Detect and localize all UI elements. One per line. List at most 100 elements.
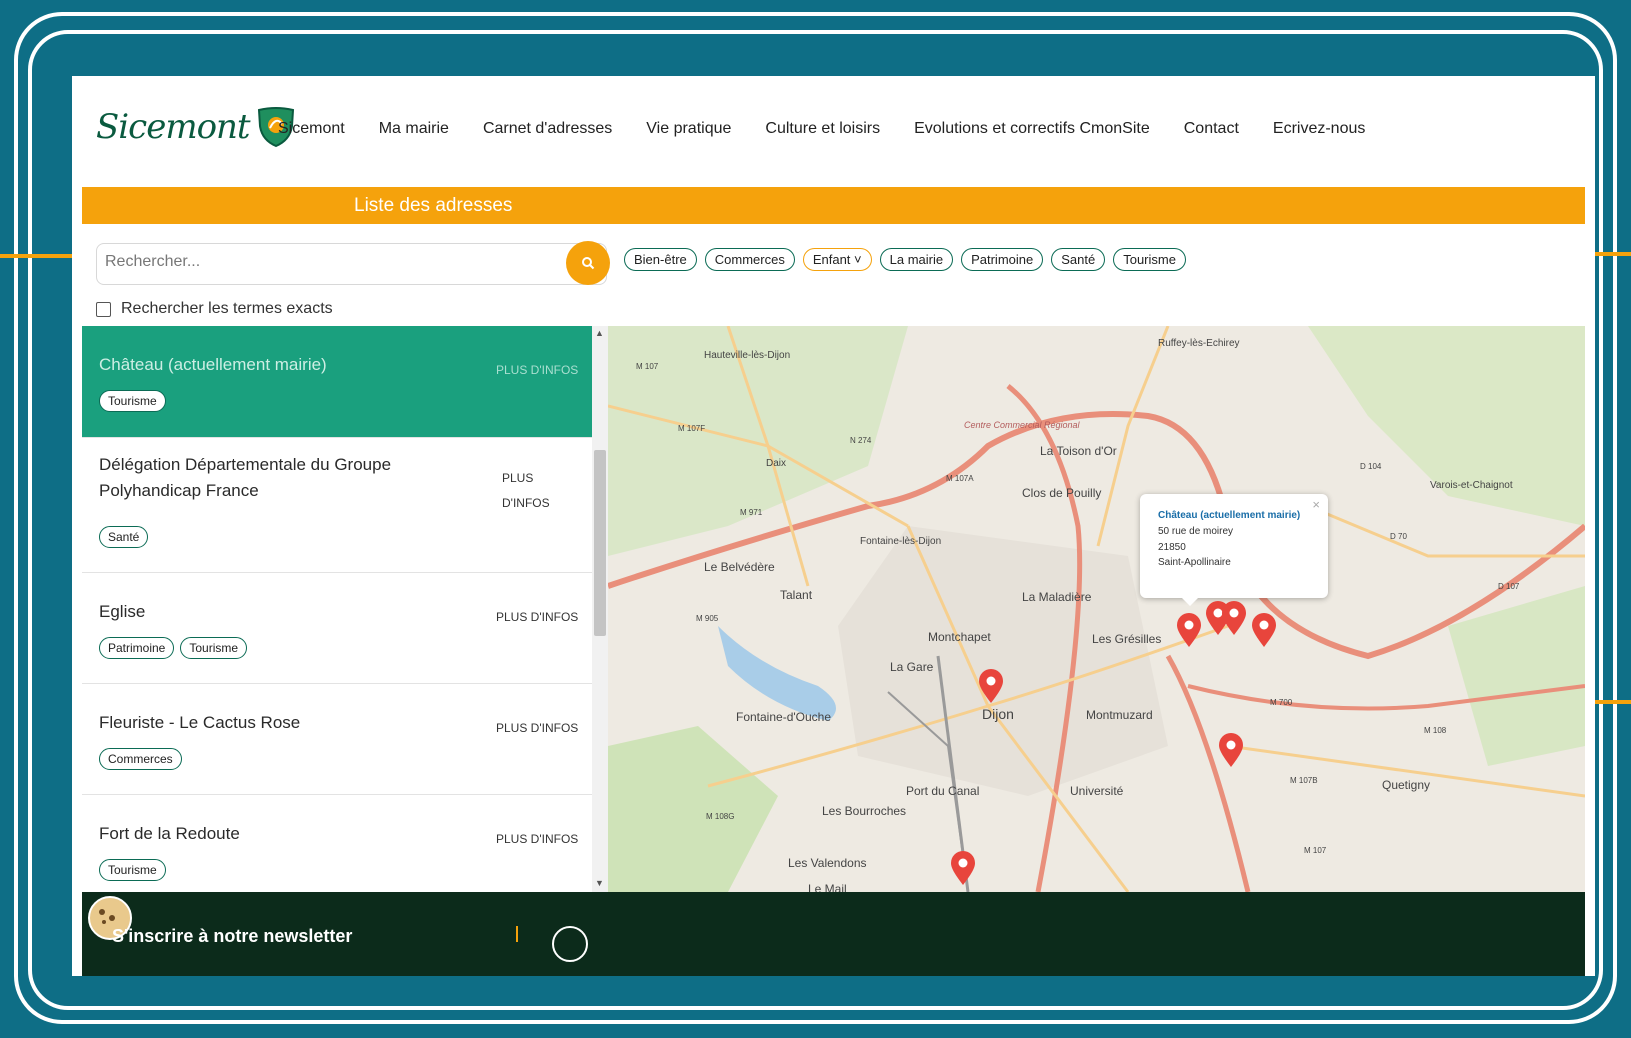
road-label: M 107 [636,362,659,371]
map-label: Varois-et-Chaignot [1430,480,1513,491]
map-view[interactable]: Hauteville-lès-Dijon Ruffey-lès-Echirey … [608,326,1585,892]
more-info-link[interactable]: PLUS D'INFOS [496,610,578,624]
search-box [96,243,607,285]
item-tags: Patrimoine Tourisme [99,637,248,659]
nav-item-culture-loisirs[interactable]: Culture et loisirs [765,120,880,138]
nav-item-contact[interactable]: Contact [1184,120,1239,138]
list-item[interactable]: Fleuriste - Le Cactus Rose PLUS D'INFOS … [82,684,594,795]
tag[interactable]: Tourisme [99,859,166,881]
filter-patrimoine[interactable]: Patrimoine [961,248,1044,271]
road-label: M 905 [696,614,719,623]
item-tags: Commerces [99,748,182,770]
more-info-link[interactable]: PLUS D'INFOS [496,721,578,735]
browser-window: Sicemont Sicemont Ma mairie Carnet d'adr… [72,76,1595,976]
map-label: Clos de Pouilly [1022,486,1102,500]
map-label: Les Grésilles [1092,632,1162,646]
item-tags: Tourisme [99,390,166,412]
list-item[interactable]: Délégation Départementale du Groupe Poly… [82,438,594,573]
address-list: Château (actuellement mairie) PLUS D'INF… [82,326,594,892]
site-logo[interactable]: Sicemont [96,106,296,148]
list-item[interactable]: Eglise PLUS D'INFOS Patrimoine Tourisme [82,573,594,684]
filter-enfant-dropdown[interactable]: Enfant ˅ [802,248,872,271]
more-info-link[interactable]: PLUS D'INFOS [496,832,578,846]
tag[interactable]: Patrimoine [99,637,175,659]
logo-text: Sicemont [96,107,251,147]
map-marker-icon[interactable] [977,668,1005,704]
road-label: D 70 [1390,532,1407,541]
map-label: La Gare [890,660,934,674]
exact-terms-option[interactable]: Rechercher les termes exacts [96,300,333,318]
category-filters: Bien-être Commerces Enfant ˅ La mairie P… [624,248,1186,271]
road-label: M 700 [1270,698,1293,707]
item-title[interactable]: Délégation Départementale du Groupe Poly… [99,452,479,504]
map-label: Talant [780,588,813,602]
road-label: M 971 [740,508,763,517]
nav-item-ecrivez-nous[interactable]: Ecrivez-nous [1273,120,1365,138]
road-label: M 108G [706,812,735,821]
filter-tourisme[interactable]: Tourisme [1113,248,1186,271]
filter-sante[interactable]: Santé [1051,248,1106,271]
tag[interactable]: Tourisme [180,637,248,659]
scroll-down-icon[interactable]: ▼ [595,878,604,888]
scroll-up-icon[interactable]: ▲ [595,328,604,338]
list-item[interactable]: Château (actuellement mairie) PLUS D'INF… [82,326,594,438]
nav-item-evolutions[interactable]: Evolutions et correctifs CmonSite [914,120,1150,138]
road-label: D 104 [1360,462,1382,471]
map-label: La Maladière [1022,590,1092,604]
popup-postcode: 21850 [1158,542,1186,553]
nav-item-sicemont[interactable]: Sicemont [278,120,345,138]
filter-bien-etre[interactable]: Bien-être [624,248,697,271]
map-label: Quetigny [1382,778,1431,792]
footer-divider [516,926,518,942]
road-label: M 107A [946,474,974,483]
item-title[interactable]: Château (actuellement mairie) [99,352,479,378]
item-title[interactable]: Eglise [99,599,479,625]
map-marker-icon[interactable] [1250,612,1278,648]
exact-terms-checkbox[interactable] [96,301,111,317]
map-label: Port du Canal [906,784,980,798]
list-item[interactable]: Fort de la Redoute PLUS D'INFOS Tourisme [82,795,594,892]
map-label: Les Bourroches [822,804,907,818]
popup-title[interactable]: Château (actuellement mairie) [1158,510,1300,521]
scroll-thumb[interactable] [594,450,606,636]
map-marker-icon[interactable] [1175,612,1203,648]
search-button[interactable] [566,241,610,285]
filter-la-mairie[interactable]: La mairie [879,248,954,271]
map-marker-icon[interactable] [1217,732,1245,768]
road-label: M 108 [1424,726,1447,735]
road-label: M 107B [1290,776,1318,785]
map-marker-icon[interactable] [949,850,977,886]
tag[interactable]: Tourisme [99,390,166,412]
map-label: Hauteville-lès-Dijon [704,350,791,361]
nav-item-carnet-adresses[interactable]: Carnet d'adresses [483,120,612,138]
map-popup: × Château (actuellement mairie) 50 rue d… [1140,494,1328,606]
page-title: Liste des adresses [354,195,513,216]
tag[interactable]: Santé [99,526,149,548]
tag[interactable]: Commerces [99,748,182,770]
map-label: Fontaine-lès-Dijon [860,536,942,547]
item-title[interactable]: Fleuriste - Le Cactus Rose [99,710,479,736]
site-header: Sicemont Sicemont Ma mairie Carnet d'adr… [72,76,1595,186]
map-label: La Toison d'Or [1040,444,1117,458]
map-background [608,326,1585,892]
main-nav: Sicemont Ma mairie Carnet d'adresses Vie… [278,120,1399,138]
site-footer: S'inscrire à notre newsletter [82,892,1585,976]
map-label: Le Mail [808,882,847,892]
search-input[interactable] [103,252,547,272]
more-info-link[interactable]: PLUS D'INFOS [502,466,562,516]
list-scrollbar[interactable]: ▲ ▼ [592,326,608,892]
map-marker-icon[interactable] [1220,600,1248,636]
map-label: Le Belvédère [704,560,775,574]
newsletter-link[interactable]: S'inscrire à notre newsletter [112,926,352,947]
filter-commerces[interactable]: Commerces [704,248,795,271]
more-info-link[interactable]: PLUS D'INFOS [496,363,578,377]
map-label: Les Valendons [788,856,867,870]
close-icon[interactable]: × [1312,497,1320,512]
road-label: M 107 [1304,846,1327,855]
map-label: Daix [766,458,787,469]
facebook-icon[interactable] [552,926,588,962]
map-label: Centre Commercial Régional [964,420,1080,430]
nav-item-vie-pratique[interactable]: Vie pratique [646,120,731,138]
nav-item-ma-mairie[interactable]: Ma mairie [379,120,449,138]
item-title[interactable]: Fort de la Redoute [99,821,479,847]
